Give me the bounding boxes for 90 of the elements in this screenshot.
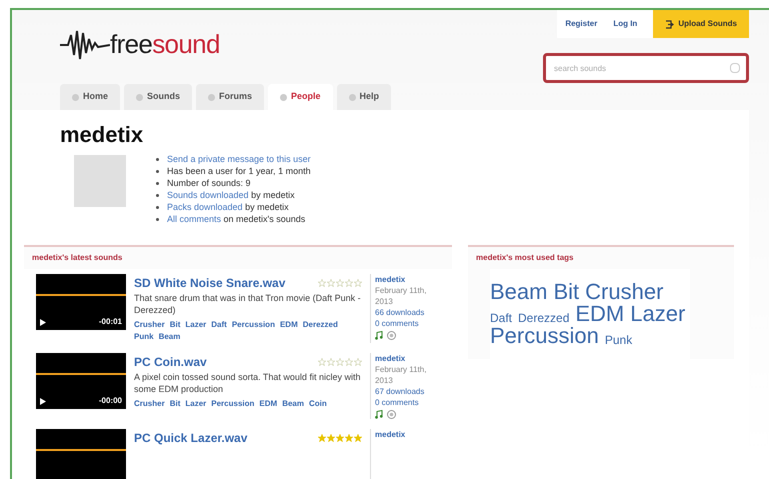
tag-link[interactable]: Coin bbox=[308, 398, 327, 410]
sound-description: A pixel coin tossed sound sorta. That would fit nicley with some EDM production bbox=[134, 371, 362, 395]
tag-link[interactable]: Lazer bbox=[185, 319, 206, 331]
nav-tab[interactable]: Help bbox=[336, 84, 392, 110]
profile-fact: Has been a user for 1 year, 1 month bbox=[167, 165, 311, 177]
music-note-icon bbox=[375, 331, 383, 340]
star-rating[interactable] bbox=[318, 358, 362, 366]
username-heading: medetix bbox=[60, 121, 144, 149]
comments-link[interactable]: 0 comments bbox=[375, 397, 436, 408]
tag-cloud-link[interactable]: Bit bbox=[553, 281, 580, 303]
tab-icon bbox=[348, 94, 356, 100]
tag-link[interactable]: Bit bbox=[170, 319, 180, 331]
tag-link[interactable]: Beam bbox=[158, 331, 180, 343]
waveform-player[interactable]: -00:01 bbox=[36, 274, 126, 330]
tag-link[interactable]: Bit bbox=[170, 398, 180, 410]
freesound-logo[interactable]: freesound bbox=[60, 24, 392, 64]
sound-title[interactable]: SD White Noise Snare.wav bbox=[134, 274, 286, 292]
tag-cloud-link[interactable]: EDM bbox=[575, 303, 624, 325]
tag-link[interactable]: Derezzed bbox=[302, 319, 338, 331]
tag-cloud-link[interactable]: Crusher bbox=[585, 281, 664, 303]
header-link[interactable]: Register bbox=[557, 18, 606, 30]
tab-icon bbox=[72, 94, 79, 100]
time-remaining: -00:01 bbox=[98, 316, 122, 328]
sound-author[interactable]: medetix bbox=[375, 353, 436, 364]
profile-fact: All comments on medetix's sounds bbox=[167, 213, 306, 225]
music-note-icon bbox=[375, 410, 383, 419]
time-remaining: -00:00 bbox=[98, 395, 122, 407]
downloads-link[interactable]: 67 downloads bbox=[375, 386, 436, 397]
tag-link[interactable]: Crusher bbox=[134, 398, 165, 410]
downloads-link[interactable]: 66 downloads bbox=[375, 307, 436, 318]
tag-cloud-link[interactable]: Beam bbox=[490, 281, 548, 303]
tag-link[interactable]: Daft bbox=[211, 319, 227, 331]
waveform-player[interactable]: -00:00 bbox=[36, 353, 126, 409]
sound-description: That snare drum that was in that Tron movie (Daft Punk - Derezzed) bbox=[134, 292, 362, 316]
bullet-icon bbox=[156, 158, 159, 160]
profile-fact: Number of sounds: 9 bbox=[167, 177, 251, 189]
upload-button[interactable]: Upload Sounds bbox=[653, 10, 749, 38]
play-icon[interactable] bbox=[40, 398, 46, 404]
avatar-placeholder bbox=[74, 155, 126, 207]
sound-author[interactable]: medetix bbox=[375, 274, 436, 285]
search-icon[interactable] bbox=[730, 63, 740, 73]
bullet-icon bbox=[156, 170, 159, 172]
license-icon bbox=[387, 331, 396, 340]
tag-link[interactable]: EDM bbox=[280, 319, 298, 331]
profile-link[interactable]: Sounds downloaded bbox=[167, 190, 249, 200]
tag-link[interactable]: EDM bbox=[259, 398, 278, 410]
star-rating[interactable] bbox=[318, 279, 362, 287]
sound-title[interactable]: PC Coin.wav bbox=[134, 353, 207, 371]
upload-icon bbox=[665, 20, 674, 28]
star-rating[interactable] bbox=[318, 434, 362, 442]
tag-link[interactable]: Percussion bbox=[232, 319, 275, 331]
logo-text: freesound bbox=[110, 28, 220, 60]
tag-link[interactable]: Crusher bbox=[134, 319, 165, 331]
tag-link[interactable]: Beam bbox=[282, 398, 304, 410]
profile-link[interactable]: Send a private message to this user bbox=[167, 153, 311, 165]
sound-title[interactable]: PC Quick Lazer.wav bbox=[134, 429, 248, 447]
play-icon[interactable] bbox=[40, 318, 46, 326]
sound-author[interactable]: medetix bbox=[375, 429, 436, 440]
tag-cloud-link[interactable]: Percussion bbox=[490, 325, 599, 347]
tab-icon bbox=[136, 94, 144, 100]
tag-cloud-link[interactable]: Punk bbox=[604, 333, 632, 347]
header-link[interactable]: Log In bbox=[605, 18, 646, 30]
tag-cloud-link[interactable]: Daft bbox=[490, 311, 512, 325]
bullet-icon bbox=[156, 194, 159, 196]
nav-tab[interactable]: Home bbox=[60, 84, 120, 110]
section-heading: medetix's most used tags bbox=[475, 252, 574, 264]
sound-date: February 11th, 2013 bbox=[375, 364, 428, 386]
profile-fact: Packs downloaded by medetix bbox=[167, 201, 289, 213]
section-heading: medetix's latest sounds bbox=[31, 252, 124, 264]
sound-date: February 11th, 2013 bbox=[375, 285, 428, 307]
profile-fact: Sounds downloaded by medetix bbox=[167, 189, 295, 201]
tab-icon bbox=[208, 94, 216, 100]
license-icon bbox=[387, 410, 396, 419]
tab-icon bbox=[280, 94, 288, 100]
bullet-icon bbox=[156, 206, 159, 208]
profile-link[interactable]: All comments bbox=[167, 214, 222, 224]
tag-link[interactable]: Percussion bbox=[211, 398, 254, 410]
profile-link[interactable]: Packs downloaded bbox=[167, 202, 243, 212]
tag-cloud-link[interactable]: Lazer bbox=[630, 303, 686, 325]
comments-link[interactable]: 0 comments bbox=[375, 318, 436, 329]
bullet-icon bbox=[156, 218, 159, 220]
tag-cloud-link[interactable]: Derezzed bbox=[518, 311, 570, 325]
nav-tab[interactable]: People bbox=[268, 84, 333, 110]
nav-tab[interactable]: Forums bbox=[196, 84, 264, 110]
tag-link[interactable]: Punk bbox=[134, 331, 154, 343]
search-field[interactable]: search sounds bbox=[543, 53, 749, 83]
waveform-player[interactable] bbox=[36, 429, 126, 479]
bullet-icon bbox=[156, 182, 159, 184]
tag-link[interactable]: Lazer bbox=[185, 398, 206, 410]
nav-tab[interactable]: Sounds bbox=[124, 84, 192, 110]
